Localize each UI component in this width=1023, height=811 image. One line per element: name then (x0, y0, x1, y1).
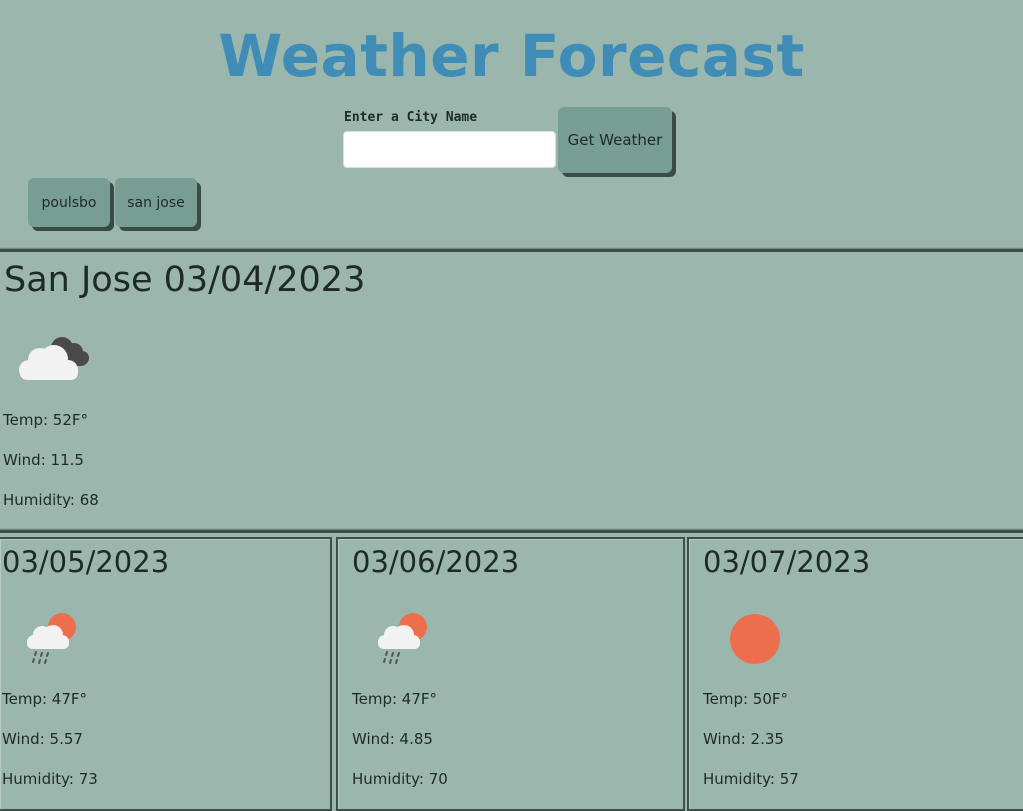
forecast-humidity: Humidity: 73 (2, 770, 98, 788)
forecast-wind: Wind: 5.57 (2, 730, 83, 748)
current-wind: Wind: 11.5 (3, 451, 84, 469)
forecast-date: 03/07/2023 (703, 545, 871, 579)
forecast-temp: Temp: 50F° (703, 690, 789, 708)
divider (0, 528, 1023, 533)
forecast-wind: Wind: 4.85 (352, 730, 433, 748)
clear-sun-icon (730, 614, 780, 664)
history-button-san-jose[interactable]: san jose (115, 178, 197, 227)
rain-sun-icon (27, 613, 76, 664)
city-input-label: Enter a City Name (344, 110, 478, 125)
forecast-temp: Temp: 47F° (352, 690, 438, 708)
forecast-humidity: Humidity: 70 (352, 770, 448, 788)
forecast-temp: Temp: 47F° (2, 690, 88, 708)
forecast-date: 03/05/2023 (2, 545, 170, 579)
forecast-card: 03/06/2023 Temp: 47F° Wind: 4.85 Humidit… (336, 537, 685, 811)
weather-dashboard: Weather Forecast Enter a City Name Get W… (0, 0, 1023, 811)
broken-clouds-icon (19, 337, 89, 380)
forecast-card: 03/05/2023 Temp: 47F° Wind: 5.57 Humidit… (0, 537, 332, 811)
page-title: Weather Forecast (218, 22, 805, 90)
divider (0, 247, 1023, 252)
forecast-date: 03/06/2023 (352, 545, 520, 579)
rain-sun-icon (378, 613, 427, 664)
current-temp: Temp: 52F° (3, 411, 89, 429)
forecast-wind: Wind: 2.35 (703, 730, 784, 748)
current-city-date-title: San Jose 03/04/2023 (4, 260, 366, 300)
get-weather-button[interactable]: Get Weather (558, 107, 672, 173)
forecast-humidity: Humidity: 57 (703, 770, 799, 788)
city-search-input[interactable] (343, 131, 556, 168)
forecast-card: 03/07/2023 Temp: 50F° Wind: 2.35 Humidit… (687, 537, 1023, 811)
current-humidity: Humidity: 68 (3, 491, 99, 509)
history-button-poulsbo[interactable]: poulsbo (28, 178, 110, 227)
